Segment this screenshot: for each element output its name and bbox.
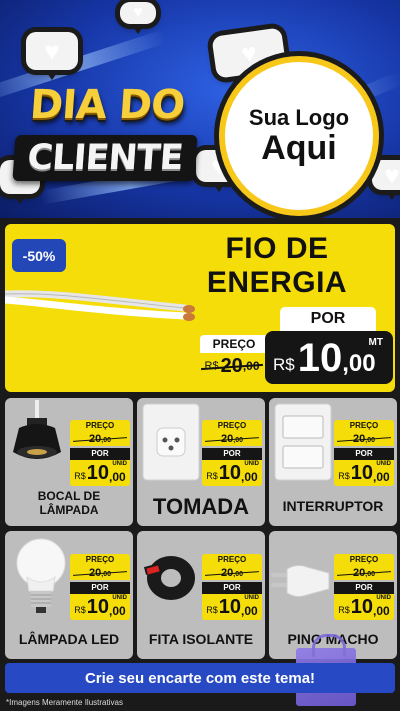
price-tag: PREÇO 20,00 POR R$10,00 UNID (70, 420, 130, 486)
price-tag: PREÇO 20,00 POR R$10,00 UNID (334, 420, 394, 486)
tag-new-price: R$ 10,00 UNID (70, 460, 130, 486)
price-tag: PREÇO 20,00 POR R$10,00 UNID (202, 554, 262, 620)
tag-new-dec: ,00 (241, 470, 258, 484)
price-tag: PREÇO 20,00 POR R$10,00 UNID (202, 420, 262, 486)
tag-por-label: POR (70, 582, 130, 594)
tag-new-int: 10 (86, 596, 110, 618)
tag-new-price: R$ 10,00 UNID (202, 594, 262, 620)
tag-currency: R$ (206, 471, 218, 481)
tag-preco-label: PREÇO (334, 554, 394, 566)
logo-text-line1: Sua Logo (248, 105, 350, 131)
header-banner: ♥ ♥ ♥ ♥ ♥ ♥ DIA DO CLIENTE Sua Logo Aqui (0, 0, 400, 218)
price-unit: MT (368, 337, 383, 348)
tag-new-int: 10 (350, 596, 374, 618)
featured-product-title: FIO DE ENERGIA (177, 232, 377, 299)
tag-old-price: 20,00 (202, 432, 262, 446)
tag-preco-label: PREÇO (202, 554, 262, 566)
tag-por-label: POR (202, 582, 262, 594)
product-label: INTERRUPTOR (282, 498, 384, 514)
old-price: R$ 20 ,00 (198, 353, 266, 379)
price-tag: PREÇO 20,00 POR R$10,00 UNID (70, 554, 130, 620)
outlet-icon (142, 403, 200, 481)
title-cliente-text: CLIENTE (26, 138, 184, 178)
tag-new-dec: ,00 (373, 604, 390, 618)
cta-button[interactable]: Crie seu encarte com este tema! (5, 663, 395, 693)
tag-new-price: R$ 10,00 UNID (334, 460, 394, 486)
tag-new-price: R$ 10,00 UNID (334, 594, 394, 620)
tag-new-int: 10 (86, 462, 110, 484)
tag-old-price: 20,00 (334, 432, 394, 446)
tag-currency: R$ (74, 605, 86, 615)
tag-preco-label: PREÇO (202, 420, 262, 432)
disclaimer-text: *Imagens Meramente Ilustrativas (6, 698, 123, 707)
tag-new-price: R$ 10,00 UNID (202, 460, 262, 486)
product-label-line1: BOCAL DE (37, 489, 101, 503)
heart-bubble-icon: ♥ (372, 160, 400, 200)
tag-new-int: 10 (218, 596, 242, 618)
tag-new-dec: ,00 (373, 470, 390, 484)
new-price-dec: ,00 (342, 350, 376, 377)
tag-por-label: POR (70, 448, 130, 460)
tag-old-price: 20,00 (70, 566, 130, 580)
tag-new-int: 10 (218, 462, 242, 484)
heart-bubble-icon: ♥ (26, 32, 78, 80)
tag-currency: R$ (338, 471, 350, 481)
tag-currency: R$ (338, 605, 350, 615)
price-tag: PREÇO 20,00 POR R$10,00 UNID (334, 554, 394, 620)
heart-bubble-icon: ♥ (120, 2, 156, 34)
logo-placeholder[interactable]: Sua Logo Aqui (219, 56, 379, 216)
tag-por-label: POR (334, 448, 394, 460)
discount-badge: -50% (12, 239, 66, 272)
tag-currency: R$ (74, 471, 86, 481)
featured-title-line1: FIO DE (225, 232, 329, 265)
tag-new-dec: ,00 (109, 604, 126, 618)
tag-preco-label: PREÇO (70, 554, 130, 566)
tag-preco-label: PREÇO (334, 420, 394, 432)
tag-unit: UNID (112, 595, 127, 601)
product-label: LÂMPADA LED (18, 631, 120, 647)
tag-preco-label: PREÇO (70, 420, 130, 432)
tag-old-price: 20,00 (70, 432, 130, 446)
tag-por-label: POR (202, 448, 262, 460)
product-label: FITA ISOLANTE (148, 631, 254, 647)
lamp-socket-icon (13, 400, 61, 459)
tag-new-price: R$ 10,00 UNID (70, 594, 130, 620)
tag-old-price: 20,00 (202, 566, 262, 580)
preco-label: PREÇO (200, 335, 268, 353)
tape-roll-icon (143, 556, 195, 600)
tag-unit: UNID (244, 595, 259, 601)
product-label: BOCAL DE LÂMPADA (5, 489, 133, 518)
tag-unit: UNID (376, 461, 391, 467)
product-label-line2: LÂMPADA (39, 502, 99, 517)
tag-por-label: POR (334, 582, 394, 594)
tag-currency: R$ (206, 605, 218, 615)
new-price-int: 10 (297, 336, 343, 380)
male-plug-icon (271, 564, 330, 598)
product-label: TOMADA (152, 494, 250, 519)
new-price-currency: R$ (273, 355, 295, 374)
switch-icon (274, 403, 332, 481)
title-dia-do: DIA DO (28, 82, 186, 128)
new-price: R$ 10 ,00 MT (265, 331, 393, 384)
electric-wire-icon (5, 290, 195, 321)
tag-old-price: 20,00 (334, 566, 394, 580)
logo-text-line2: Aqui (261, 129, 337, 168)
featured-title-line2: ENERGIA (206, 265, 348, 299)
old-price-currency: R$ (204, 360, 219, 372)
tag-new-dec: ,00 (109, 470, 126, 484)
led-bulb-icon (16, 538, 66, 613)
por-label: POR (280, 307, 376, 331)
tag-unit: UNID (244, 461, 259, 467)
tag-unit: UNID (376, 595, 391, 601)
title-cliente: CLIENTE (12, 135, 198, 181)
tag-new-int: 10 (350, 462, 374, 484)
tag-unit: UNID (112, 461, 127, 467)
tag-new-dec: ,00 (241, 604, 258, 618)
